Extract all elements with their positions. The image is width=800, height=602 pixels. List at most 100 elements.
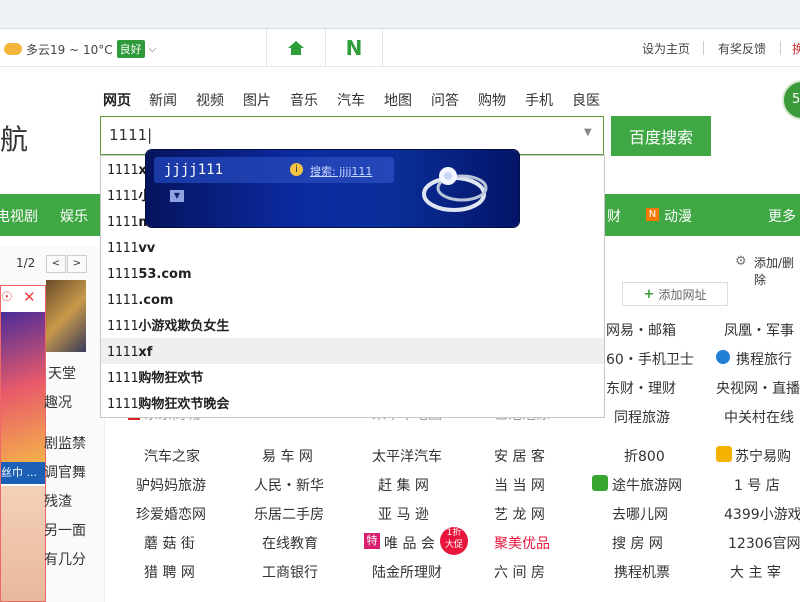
side-link[interactable]: 趣况	[44, 392, 72, 412]
info-icon: i	[290, 163, 303, 176]
side-link[interactable]: 调官舞	[44, 462, 86, 482]
tab-map[interactable]: 地图	[384, 90, 412, 110]
weather-cloud-icon	[4, 43, 22, 55]
side-link[interactable]: 另一面	[44, 520, 86, 540]
tab-image[interactable]: 图片	[243, 90, 271, 110]
search-button[interactable]: 百度搜索	[611, 116, 711, 156]
suggestion-item[interactable]: 1111vv	[107, 236, 155, 262]
left-popup-ad[interactable]: ☉ ✕ 丝巾 ...	[0, 285, 46, 602]
site-link[interactable]: 人民・新华	[254, 475, 324, 495]
add-remove-link[interactable]: 添加/删除	[754, 254, 800, 288]
tab-doctor[interactable]: 良医	[572, 90, 600, 110]
site-link[interactable]: 凤凰・军事	[724, 320, 794, 340]
site-link[interactable]: 东财・理财	[606, 378, 676, 398]
tab-car[interactable]: 汽车	[337, 90, 365, 110]
site-link[interactable]: 六 间 房	[494, 562, 545, 582]
suggestion-item[interactable]: 1111小	[107, 184, 151, 210]
suggestion-item[interactable]: 1111.com	[107, 288, 173, 314]
site-link[interactable]: 陆金所理财	[372, 562, 442, 582]
popup-image	[1, 312, 45, 462]
add-site-button[interactable]: + 添加网址	[622, 282, 728, 306]
side-link[interactable]: 残渣	[44, 491, 72, 511]
dropdown-arrow-icon[interactable]: ▼	[584, 127, 592, 138]
site-link[interactable]: 央视网・直播	[716, 378, 800, 398]
site-link[interactable]: 途牛旅游网	[612, 475, 682, 495]
site-link[interactable]: 驴妈妈旅游	[136, 475, 206, 495]
home-tab[interactable]	[266, 29, 326, 66]
browser-top-bar	[0, 0, 800, 29]
ad-search-link[interactable]: 搜索: jjjj111	[310, 163, 372, 179]
site-link[interactable]: 艺 龙 网	[494, 504, 545, 524]
site-link[interactable]: 猎 聘 网	[144, 562, 195, 582]
home-icon	[288, 40, 304, 55]
ring-image	[422, 167, 488, 212]
score-circle[interactable]: 5	[782, 80, 800, 120]
site-link[interactable]: 网易・邮箱	[606, 320, 676, 340]
watermark-logo	[610, 522, 790, 586]
site-link[interactable]: 聚美优品	[494, 533, 550, 553]
tuniu-icon	[592, 475, 608, 491]
site-link[interactable]: 易 车 网	[262, 446, 313, 466]
tab-web[interactable]: 网页	[103, 90, 131, 110]
site-link[interactable]: 同程旅游	[614, 407, 670, 427]
n-logo-icon: N	[345, 35, 363, 60]
ad-dropdown-icon[interactable]: ▼	[170, 190, 184, 202]
site-link[interactable]: 汽车之家	[144, 446, 200, 466]
set-homepage-link[interactable]: 设为主页	[642, 40, 690, 57]
tab-video[interactable]: 视频	[196, 90, 224, 110]
skin-link[interactable]: 换	[792, 40, 800, 57]
site-link[interactable]: 1 号 店	[734, 475, 780, 495]
nav-ent[interactable]: 娱乐	[60, 206, 88, 226]
tab-mobile[interactable]: 手机	[525, 90, 553, 110]
site-link[interactable]: 携程旅行	[736, 349, 792, 369]
popup-caption: 丝巾 ...	[1, 462, 45, 484]
site-link[interactable]: 在线教育	[262, 533, 318, 553]
gear-icon[interactable]: ⚙	[735, 254, 747, 269]
suggestion-item[interactable]: 1111xf	[107, 340, 152, 366]
site-link[interactable]: 当 当 网	[494, 475, 545, 495]
nav-more[interactable]: 更多	[768, 206, 796, 226]
tab-qa[interactable]: 问答	[431, 90, 459, 110]
site-link[interactable]: 4399小游戏	[724, 504, 800, 524]
site-link[interactable]: 苏宁易购	[735, 446, 791, 466]
ad-banner-popup[interactable]: jjjj111 i 搜索: jjjj111 ▼	[146, 150, 519, 227]
site-link[interactable]: 去哪儿网	[612, 504, 668, 524]
side-link[interactable]: 剧监禁	[44, 433, 86, 453]
site-link[interactable]: 折800	[624, 446, 665, 466]
chevron-down-icon[interactable]: ⌵	[149, 44, 157, 55]
nav-anime[interactable]: 动漫	[664, 206, 692, 226]
suggestion-item[interactable]: 111153.com	[107, 262, 192, 288]
suggestion-item[interactable]: 1111购物狂欢节	[107, 366, 203, 392]
add-site-label: 添加网址	[658, 287, 707, 302]
site-link[interactable]: 珍爱婚恋网	[136, 504, 206, 524]
site-link[interactable]: 60・手机卫士	[606, 349, 694, 369]
site-link[interactable]: 赶 集 网	[378, 475, 429, 495]
prev-page-button[interactable]: <	[46, 255, 66, 273]
site-link[interactable]: 安 居 客	[494, 446, 545, 466]
nav-tv[interactable]: 电视剧	[0, 206, 38, 226]
site-link[interactable]: 唯 品 会	[384, 533, 435, 553]
n-tab[interactable]: N	[325, 29, 383, 66]
close-icon[interactable]: ✕	[23, 288, 36, 306]
side-link[interactable]: 天堂	[48, 363, 76, 383]
divider	[780, 41, 781, 55]
weather-widget[interactable]: 多云19 ~ 10°C 良好 ⌵	[4, 40, 156, 58]
thumbnail-image[interactable]	[46, 280, 86, 352]
nav-finance[interactable]: 财	[607, 206, 621, 226]
ctrip-icon	[716, 350, 730, 364]
settings-ring-icon[interactable]: ☉	[1, 290, 13, 305]
tab-shopping[interactable]: 购物	[478, 90, 506, 110]
site-link[interactable]: 工商银行	[262, 562, 318, 582]
suggestion-item[interactable]: 1111购物狂欢节晚会	[107, 392, 229, 418]
next-page-button[interactable]: >	[67, 255, 87, 273]
site-link[interactable]: 亚 马 逊	[378, 504, 429, 524]
site-link[interactable]: 太平洋汽车	[372, 446, 442, 466]
side-link[interactable]: 有几分	[44, 549, 86, 569]
tab-music[interactable]: 音乐	[290, 90, 318, 110]
tab-news[interactable]: 新闻	[149, 90, 177, 110]
feedback-link[interactable]: 有奖反馈	[718, 40, 766, 57]
site-link[interactable]: 蘑 菇 街	[144, 533, 195, 553]
site-link[interactable]: 乐居二手房	[254, 504, 324, 524]
suggestion-item[interactable]: 1111小游戏欺负女生	[107, 314, 229, 340]
site-link[interactable]: 中关村在线	[724, 407, 794, 427]
